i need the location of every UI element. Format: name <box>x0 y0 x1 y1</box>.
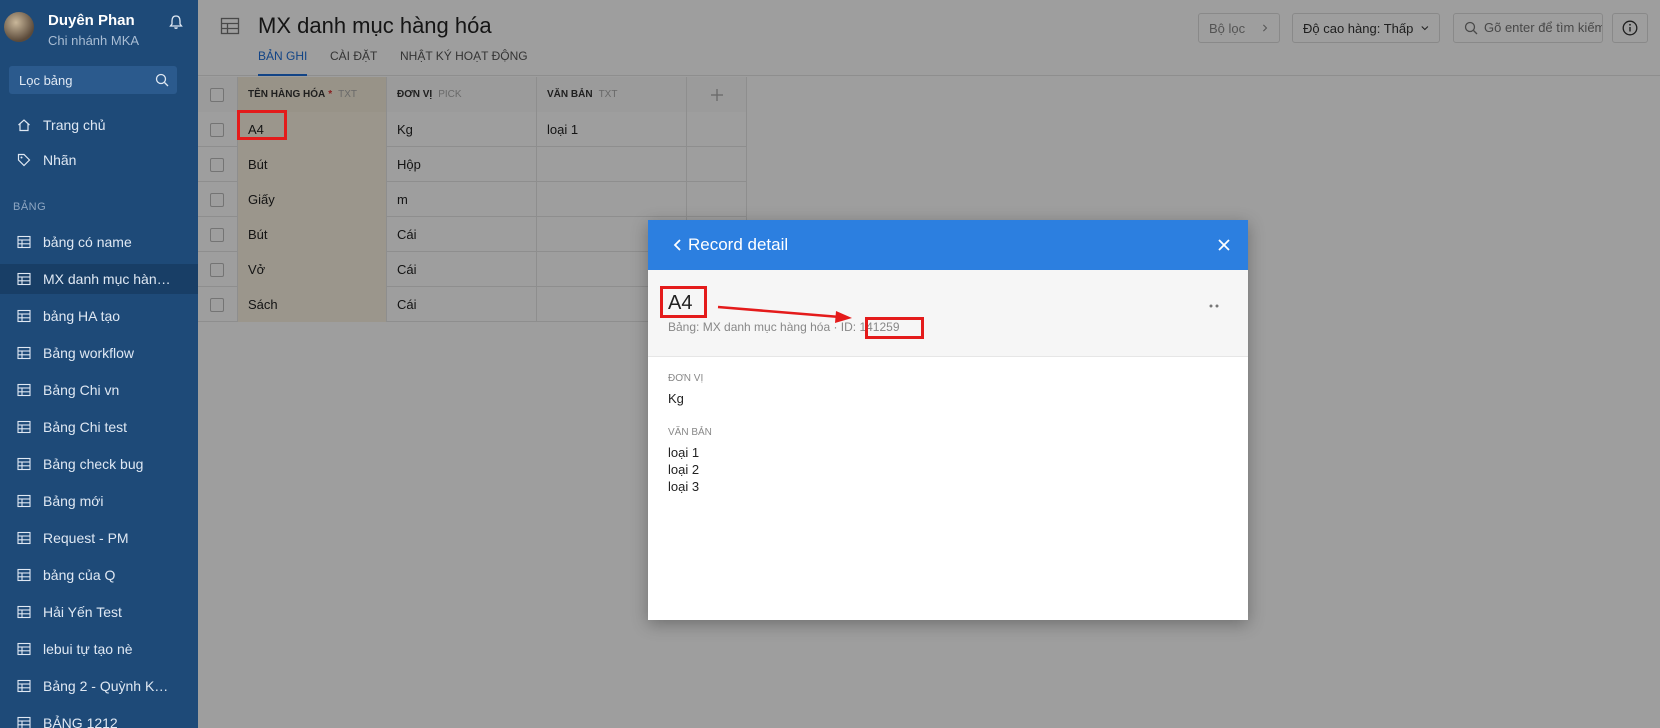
field-value-unit: Kg <box>668 391 684 406</box>
table-icon <box>16 641 32 657</box>
sidebar-item-table[interactable]: Bảng workflow <box>0 338 198 368</box>
sidebar-item-label: bảng có name <box>43 234 132 250</box>
sidebar-item-table[interactable]: Bảng 2 - Quỳnh Khánh <box>0 671 198 701</box>
record-table-label: Bảng: MX danh mục hàng hóa · ID: <box>668 320 860 334</box>
table-icon <box>16 419 32 435</box>
sidebar-item-label: Bảng check bug <box>43 456 144 472</box>
sidebar-item-table[interactable]: BẢNG 1212 <box>0 708 198 728</box>
field-value-text: loại 1 loại 2 loại 3 <box>668 445 700 494</box>
table-icon <box>16 567 32 583</box>
sidebar-item-home[interactable]: Trang chủ <box>0 110 198 140</box>
sidebar-item-table[interactable]: Bảng check bug <box>0 449 198 479</box>
modal-header: Record detail <box>648 220 1248 270</box>
bell-icon[interactable] <box>168 14 184 30</box>
sidebar-item-table[interactable]: bảng có name <box>0 227 198 257</box>
sidebar-item-label: BẢNG 1212 <box>43 715 118 728</box>
sidebar-item-table[interactable]: Bảng Chi test <box>0 412 198 442</box>
sidebar-item-label: Request - PM <box>43 530 129 546</box>
table-icon <box>16 308 32 324</box>
table-icon <box>16 493 32 509</box>
sidebar-item-labels[interactable]: Nhãn <box>0 145 198 175</box>
sidebar-section-tables: BẢNG <box>13 201 47 213</box>
sidebar-item-label: Hải Yến Test <box>43 604 122 620</box>
sidebar-item-label: bảng của Q <box>43 567 116 583</box>
sidebar-item-table[interactable]: Bảng Chi vn <box>0 375 198 405</box>
sidebar-item-label: Bảng mới <box>43 493 104 509</box>
table-icon <box>16 715 32 728</box>
table-icon <box>16 345 32 361</box>
field-label-unit: ĐƠN VỊ <box>668 373 704 384</box>
sidebar-item-table[interactable]: lebui tự tạo nè <box>0 634 198 664</box>
tag-icon <box>16 152 32 168</box>
sidebar-search-input[interactable]: Lọc bảng <box>9 66 177 94</box>
sidebar-item-table[interactable]: MX danh mục hàng hóa <box>0 264 198 294</box>
table-icon <box>16 530 32 546</box>
annotation-box-cell <box>237 110 287 140</box>
sidebar-item-table[interactable]: bảng HA tạo <box>0 301 198 331</box>
table-icon <box>16 604 32 620</box>
sidebar-item-label: bảng HA tạo <box>43 308 121 324</box>
sidebar-item-label: Trang chủ <box>43 117 106 133</box>
table-icon <box>16 456 32 472</box>
user-name: Duyên Phan <box>48 12 135 29</box>
record-summary: A4 Bảng: MX danh mục hàng hóa · ID: 1412… <box>648 270 1248 357</box>
sidebar-item-label: Bảng Chi test <box>43 419 128 435</box>
sidebar-item-label: Bảng Chi vn <box>43 382 120 398</box>
sidebar-item-label: Nhãn <box>43 152 77 168</box>
table-icon <box>16 271 32 287</box>
sidebar-item-table[interactable]: Hải Yến Test <box>0 597 198 627</box>
back-icon[interactable] <box>670 237 686 253</box>
avatar <box>4 12 34 42</box>
sidebar-item-label: MX danh mục hàng hóa <box>43 271 173 287</box>
field-label-text: VĂN BẢN <box>668 427 712 438</box>
sidebar-item-table[interactable]: Bảng mới <box>0 486 198 516</box>
user-profile[interactable]: Duyên Phan Chi nhánh MKA <box>0 0 198 60</box>
table-icon <box>16 678 32 694</box>
home-icon <box>16 117 32 133</box>
search-icon <box>155 73 169 87</box>
sidebar-item-label: Bảng 2 - Quỳnh Khánh <box>43 678 173 694</box>
user-branch: Chi nhánh MKA <box>48 33 140 48</box>
close-icon[interactable] <box>1216 237 1232 253</box>
modal-title: Record detail <box>688 235 789 254</box>
table-icon <box>16 382 32 398</box>
annotation-box-record-id <box>865 317 924 339</box>
sidebar-item-table[interactable]: Request - PM <box>0 523 198 553</box>
table-icon <box>16 234 32 250</box>
sidebar-item-label: Bảng workflow <box>43 345 135 361</box>
annotation-box-record-name <box>660 286 707 318</box>
sidebar-item-label: lebui tự tạo nè <box>43 641 133 657</box>
more-options-icon[interactable] <box>1204 300 1224 312</box>
sidebar: Duyên Phan Chi nhánh MKA Lọc bảng Trang … <box>0 0 198 728</box>
sidebar-item-table[interactable]: bảng của Q <box>0 560 198 590</box>
sidebar-search-label: Lọc bảng <box>19 73 73 88</box>
record-detail-modal: Record detail A4 Bảng: MX danh mục hàng … <box>648 220 1248 620</box>
